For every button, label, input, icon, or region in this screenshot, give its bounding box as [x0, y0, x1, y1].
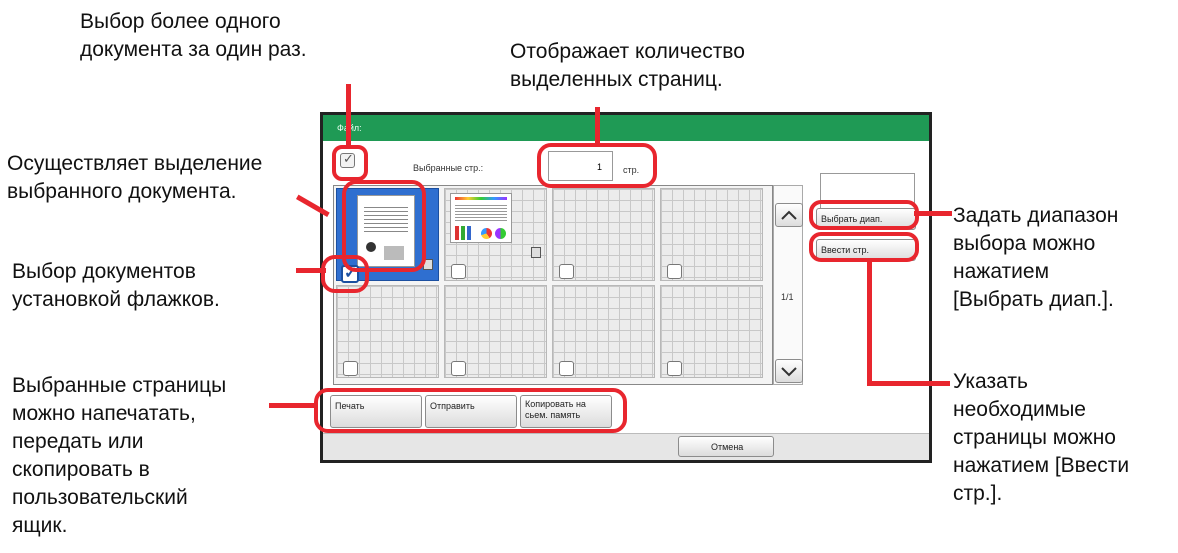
highlight-checkbox — [321, 255, 369, 293]
page-thumbnail-3[interactable] — [552, 188, 655, 281]
selected-pages-label: Выбранные стр.: — [413, 163, 484, 173]
page-thumbnail-8[interactable] — [660, 285, 763, 378]
callout-line — [867, 381, 950, 386]
annotation-select-document: Осуществляет выделение выбранного докуме… — [7, 152, 263, 203]
highlight-select-all — [332, 145, 368, 181]
cancel-label: Отмена — [711, 442, 744, 452]
callout-line — [346, 84, 351, 146]
cancel-button[interactable]: Отмена — [678, 436, 774, 457]
page-bar-chart — [455, 226, 475, 240]
page-indicator: 1/1 — [781, 292, 794, 302]
annotation-enter-pages: Указать необходимые страницы можно нажат… — [953, 370, 1130, 505]
callout-line — [595, 107, 600, 147]
page-checkbox-5[interactable] — [343, 361, 358, 376]
page-checkbox-6[interactable] — [451, 361, 466, 376]
callout-line — [269, 403, 315, 408]
title-bar: Файл: — [323, 115, 929, 141]
page-thumbnail-6[interactable] — [444, 285, 547, 378]
page-color-strip — [455, 197, 507, 200]
highlight-select-range — [809, 200, 919, 230]
scroll-up-button[interactable] — [775, 203, 803, 227]
highlight-enter-pages — [809, 232, 919, 262]
chevron-down-icon — [781, 367, 797, 377]
page-thumbnail-5[interactable] — [336, 285, 439, 378]
page-preview — [450, 193, 512, 243]
page-thumbnail-4[interactable] — [660, 188, 763, 281]
page-pie-chart — [481, 228, 492, 239]
page-checkbox-7[interactable] — [559, 361, 574, 376]
footer-bar — [323, 433, 929, 460]
chevron-up-icon — [781, 210, 797, 220]
page-text-lines — [455, 203, 507, 221]
page-pie-chart — [495, 228, 506, 239]
highlight-action-buttons — [314, 388, 627, 433]
annotation-select-range: Задать диапазон выбора можно нажатием [В… — [953, 204, 1119, 311]
page-checkbox-4[interactable] — [667, 264, 682, 279]
page-thumbnail-7[interactable] — [552, 285, 655, 378]
page-thumbnail-2[interactable] — [444, 188, 547, 281]
annotation-checkbox-select: Выбор документов установкой флажков. — [12, 260, 220, 311]
annotation-selected-count: Отображает количество выделенных страниц… — [510, 40, 745, 91]
callout-line — [914, 211, 952, 216]
page-checkbox-2[interactable] — [451, 264, 466, 279]
annotation-multi-select: Выбор более одного документа за один раз… — [80, 10, 307, 61]
highlight-selected-count — [537, 143, 657, 188]
page-checkbox-3[interactable] — [559, 264, 574, 279]
annotation-actions: Выбранные страницы можно напечатать, пер… — [12, 374, 227, 537]
scroll-down-button[interactable] — [775, 359, 803, 383]
page-checkbox-8[interactable] — [667, 361, 682, 376]
callout-line — [867, 258, 872, 386]
document-type-icon — [531, 247, 541, 258]
